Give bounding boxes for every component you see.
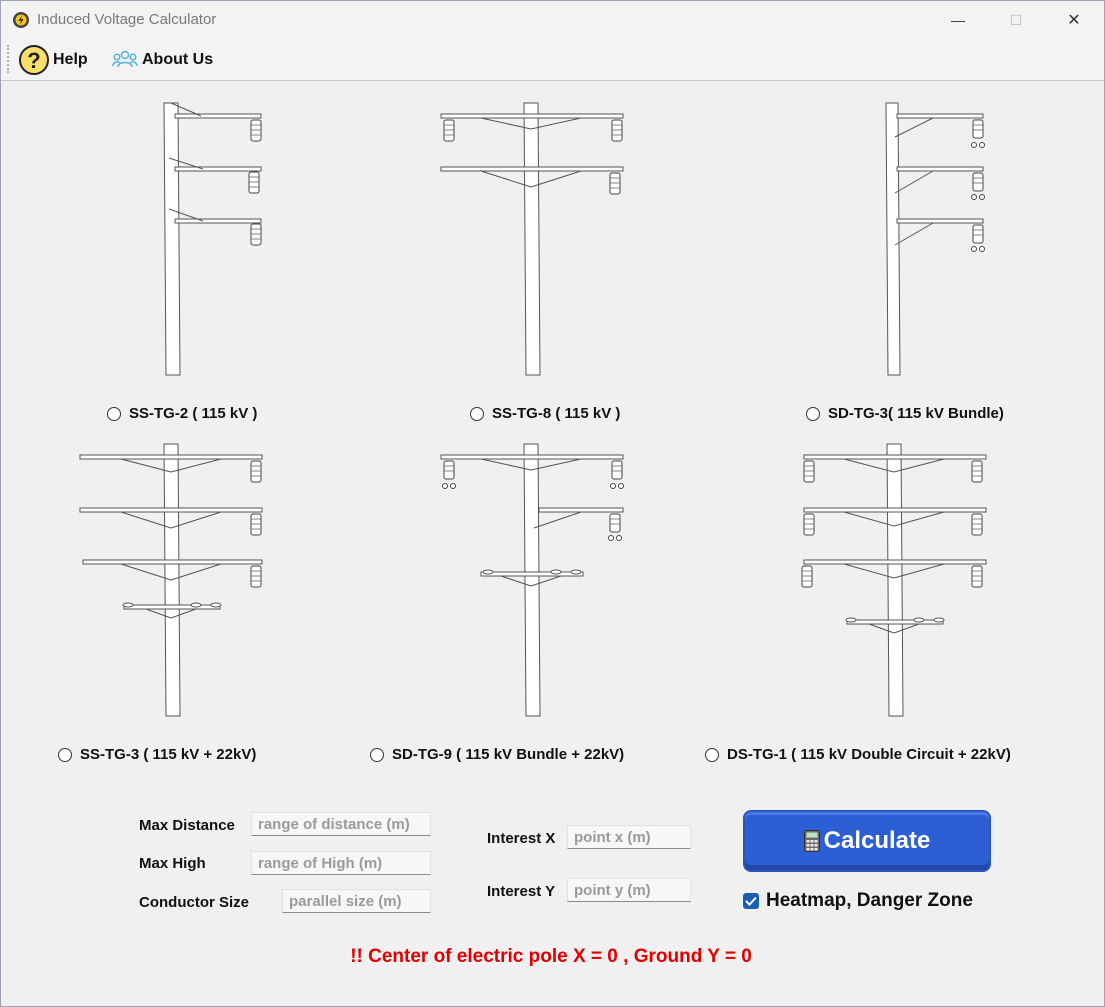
interest-x-label: Interest X [487, 830, 556, 847]
pole-option-ss-tg-8[interactable]: SS-TG-8 ( 115 kV ) [470, 405, 620, 422]
pole-label: SS-TG-8 ( 115 kV ) [492, 405, 621, 422]
interest-x-input[interactable] [567, 825, 691, 849]
pole-label: DS-TG-1 ( 115 kV Double Circuit + 22kV) [727, 746, 1011, 763]
pole-label: SS-TG-2 ( 115 kV ) [129, 405, 258, 422]
pole-label: SD-TG-3( 115 kV Bundle) [828, 405, 1004, 422]
question-mark-icon: ? [19, 45, 49, 75]
calculator-icon [803, 830, 820, 852]
max-distance-label: Max Distance [139, 817, 235, 834]
people-icon [112, 50, 138, 68]
window-title: Induced Voltage Calculator [37, 11, 217, 28]
gear-lightning-icon [13, 12, 29, 28]
pole-diagram-ds-tg-1 [799, 438, 994, 720]
radio-sd-tg-3[interactable] [806, 406, 820, 421]
help-menu[interactable]: ? Help [17, 43, 88, 77]
conductor-size-input[interactable] [282, 889, 431, 913]
maximize-button[interactable]: ☐ [987, 1, 1045, 39]
minimize-button[interactable]: — [929, 1, 987, 39]
checkmark-icon [745, 896, 757, 906]
heatmap-checkbox[interactable] [743, 893, 759, 909]
pole-option-ds-tg-1[interactable]: DS-TG-1 ( 115 kV Double Circuit + 22kV) [705, 746, 1011, 763]
help-label: Help [53, 51, 88, 68]
conductor-size-label: Conductor Size [139, 894, 250, 911]
about-us-label: About Us [142, 51, 214, 68]
pole-option-sd-tg-9[interactable]: SD-TG-9 ( 115 kV Bundle + 22kV) [370, 746, 624, 763]
origin-note: !! Center of electric pole X = 0 , Groun… [350, 946, 752, 967]
pole-option-ss-tg-3[interactable]: SS-TG-3 ( 115 kV + 22kV) [58, 746, 256, 763]
minimize-icon: — [951, 12, 965, 28]
pole-diagram-ss-tg-2 [151, 97, 281, 379]
max-high-label: Max High [139, 855, 206, 872]
radio-sd-tg-9[interactable] [370, 747, 384, 762]
max-high-input[interactable] [251, 851, 431, 875]
calculate-button[interactable]: Calculate [743, 810, 991, 872]
heatmap-label: Heatmap, Danger Zone [766, 890, 973, 911]
max-distance-input[interactable] [251, 812, 431, 836]
menu-bar: ? Help About Us [1, 39, 1104, 81]
maximize-icon: ☐ [1009, 11, 1023, 28]
toolbar-grip [7, 45, 11, 73]
radio-ss-tg-3[interactable] [58, 747, 72, 762]
interest-y-label: Interest Y [487, 883, 556, 900]
pole-option-ss-tg-2[interactable]: SS-TG-2 ( 115 kV ) [107, 405, 257, 422]
about-us-menu[interactable]: About Us [112, 43, 213, 77]
close-icon: ✕ [1067, 12, 1081, 29]
app-window: Induced Voltage Calculator — ☐ ✕ ? Help [0, 0, 1105, 1007]
pole-label: SD-TG-9 ( 115 kV Bundle + 22kV) [392, 746, 625, 763]
radio-ss-tg-2[interactable] [107, 406, 121, 421]
calculate-label: Calculate [823, 827, 931, 854]
pole-diagram-sd-tg-3 [873, 97, 998, 379]
svg-text:?: ? [27, 48, 40, 73]
radio-ss-tg-8[interactable] [470, 406, 484, 421]
pole-diagram-ss-tg-3 [76, 438, 276, 720]
title-bar: Induced Voltage Calculator — ☐ ✕ [1, 1, 1104, 39]
interest-y-input[interactable] [567, 878, 691, 902]
radio-ds-tg-1[interactable] [705, 747, 719, 762]
close-button[interactable]: ✕ [1045, 1, 1103, 39]
pole-label: SS-TG-3 ( 115 kV + 22kV) [80, 746, 257, 763]
pole-diagram-ss-tg-8 [436, 97, 631, 379]
pole-option-sd-tg-3[interactable]: SD-TG-3( 115 kV Bundle) [806, 405, 1004, 422]
pole-diagram-sd-tg-9 [436, 438, 631, 720]
